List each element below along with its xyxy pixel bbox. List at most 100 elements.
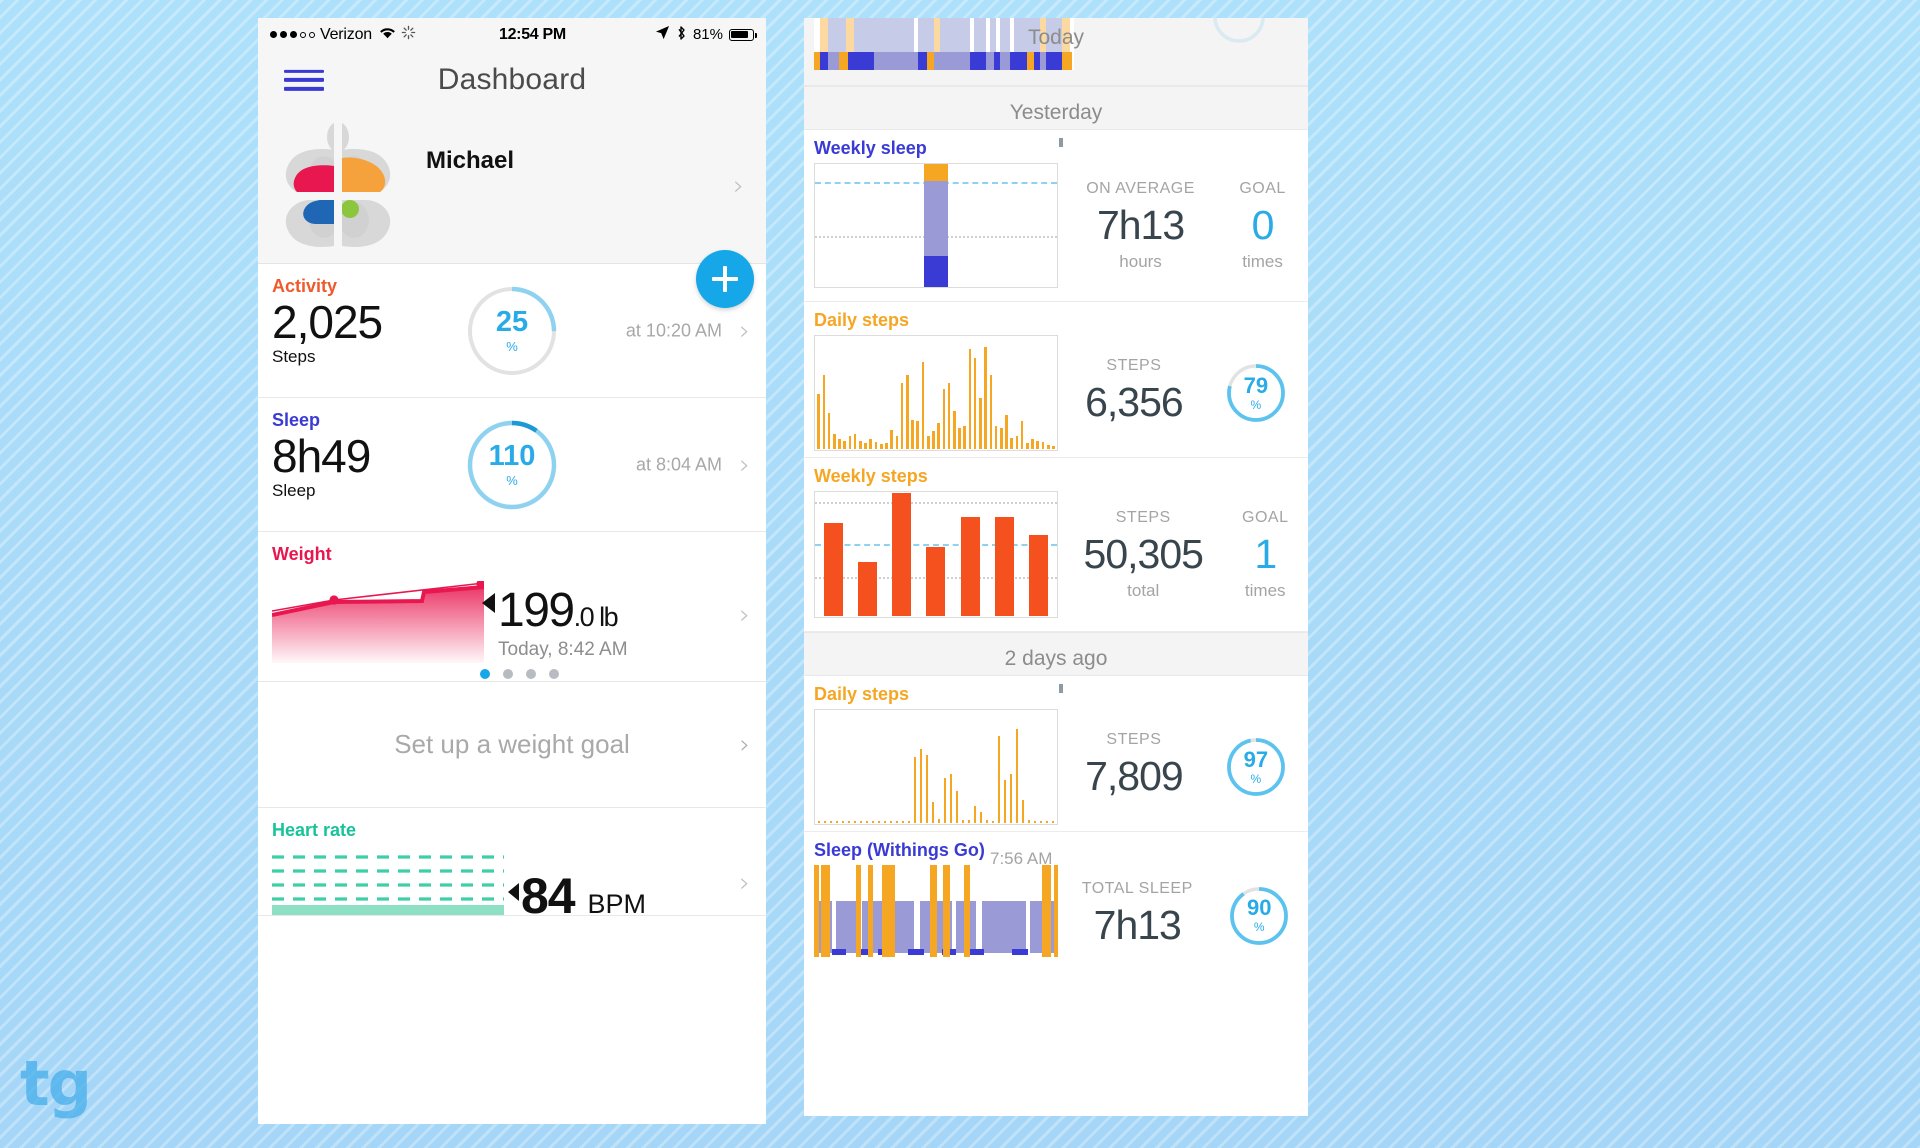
right-phone-screenshot: Today Yesterday Weekly sleep ON AVERAGE … (804, 18, 1308, 1116)
card-title-weekly-sleep: Weekly sleep (814, 138, 927, 158)
status-bar: Verizon 12:54 PM 81% (258, 18, 766, 51)
card-title-weekly-steps: Weekly steps (814, 466, 928, 486)
bar (817, 393, 820, 449)
stat-value: 7,809 (1085, 753, 1184, 799)
sleep-chevron-icon[interactable]: › (739, 451, 750, 478)
today-sleep-card-partial[interactable]: Today (804, 18, 1308, 86)
bar (942, 389, 946, 449)
bar (932, 430, 935, 449)
bar (919, 748, 923, 823)
bar (1010, 438, 1014, 449)
metric-title-heart-rate: Heart rate (272, 820, 357, 840)
weekly-sleep-chart (814, 163, 1058, 288)
page-dot-3[interactable] (525, 669, 536, 679)
status-bar-clock: 12:54 PM (498, 25, 566, 43)
bar (841, 820, 845, 823)
ring-percent-label: % (1250, 771, 1262, 786)
stat-footer: hours (1119, 251, 1162, 271)
bar (835, 820, 839, 823)
bar (921, 361, 925, 449)
left-phone-screenshot: Verizon 12:54 PM 81% Dashboard Michael ›… (258, 18, 766, 1124)
stat-steps-total: STEPS 50,305 total (1083, 508, 1204, 601)
weight-date: Today, 8:42 AM (498, 639, 628, 660)
metric-row-heart-rate[interactable]: Heart rate 84 BPM › (258, 808, 766, 921)
stat-footer: times (1242, 251, 1283, 271)
bar (931, 801, 935, 823)
signal-strength-icon (270, 31, 315, 38)
bar (829, 820, 833, 823)
bar (895, 436, 899, 449)
bar (949, 774, 953, 823)
profile-row[interactable]: Michael › (258, 109, 766, 264)
card-weekly-sleep[interactable]: Weekly sleep ON AVERAGE 7h13 hours GOAL … (804, 130, 1308, 302)
weight-goal-chevron-icon[interactable]: › (740, 732, 750, 758)
add-measure-fab-button[interactable] (696, 250, 754, 308)
ring-value: 79 (1243, 372, 1269, 398)
stat-total-sleep: TOTAL SLEEP 7h13 (1082, 880, 1193, 952)
page-dot-2[interactable] (502, 669, 513, 679)
wifi-icon (379, 26, 396, 44)
bar (879, 443, 883, 449)
card-sleep-withings-go[interactable]: Sleep (Withings Go) 7:56 AM TOTAL SLEEP … (804, 832, 1308, 964)
metric-row-weight[interactable]: Weight 199.0 lb Today, 8:42 AM › (258, 532, 766, 682)
metric-title-weight: Weight (272, 544, 332, 564)
bar (848, 436, 852, 449)
activity-goal-ring: 25 % (465, 284, 559, 378)
card-daily-steps-2-days-ago[interactable]: Daily steps STEPS 7,809 97 % (804, 676, 1308, 832)
bar (847, 820, 851, 823)
weight-trend-sparkline (271, 579, 486, 663)
bar (1031, 439, 1034, 449)
metric-time-activity: at 10:20 AM (625, 320, 722, 340)
page-dot-4[interactable] (548, 669, 559, 679)
stat-footer: total (1127, 580, 1160, 600)
bar (1015, 729, 1019, 823)
page-title: Dashboard (437, 63, 587, 96)
bar (853, 820, 857, 823)
stat-caption: GOAL (1242, 508, 1289, 526)
profile-chevron-icon[interactable]: › (733, 173, 744, 200)
bar (973, 805, 977, 823)
heart-rate-value: 84 BPM (521, 871, 646, 921)
hamburger-menu-icon[interactable] (284, 64, 324, 96)
bar (984, 346, 987, 449)
heart-rate-chevron-icon[interactable]: › (739, 870, 750, 897)
sleep-goal-ring: 110 % (465, 418, 559, 512)
bar (1029, 534, 1049, 616)
bar (827, 412, 831, 449)
bar (943, 778, 947, 823)
stat-caption: STEPS (1115, 508, 1171, 526)
stat-value: 50,305 (1083, 530, 1204, 577)
bar (926, 436, 930, 449)
profile-name: Michael (426, 147, 515, 174)
stat-caption: STEPS (1106, 731, 1162, 748)
ring-value: 97 (1243, 746, 1269, 772)
card-weekly-steps[interactable]: Weekly steps STEPS 50,305 total GOAL 1 t… (804, 458, 1308, 632)
stat-value: 6,356 (1085, 379, 1184, 425)
card-daily-steps-yesterday[interactable]: Daily steps STEPS 6,356 79 % (804, 302, 1308, 458)
carousel-page-dots[interactable] (272, 669, 766, 679)
metric-row-sleep[interactable]: Sleep 8h49 Sleep 110 % at 8:04 AM › (258, 398, 766, 532)
bar (913, 757, 917, 823)
day-separator-label: Yesterday (1009, 101, 1103, 124)
page-dot-1[interactable] (479, 669, 490, 679)
weight-goal-row[interactable]: Set up a weight goal › (258, 682, 766, 808)
weight-chevron-icon[interactable]: › (739, 602, 750, 629)
weight-goal-label: Set up a weight goal (394, 729, 630, 759)
stat-steps: STEPS 7,809 (1085, 731, 1184, 803)
bar (937, 423, 940, 449)
bar (892, 493, 912, 616)
metric-row-activity[interactable]: Activity 2,025 Steps 25 % at 10:20 AM › (258, 264, 766, 398)
bar (895, 820, 899, 823)
stat-goal: GOAL 0 times (1239, 180, 1285, 272)
day-separator-2-days-ago: 2 days ago (804, 632, 1308, 676)
bar (958, 427, 961, 449)
bar (926, 546, 946, 616)
weight-value-decimal: .0 lb (573, 602, 619, 632)
today-goal-ring-partial (1212, 18, 1266, 44)
bar (925, 754, 929, 823)
bar (911, 420, 914, 449)
activity-chevron-icon[interactable]: › (739, 317, 750, 344)
bar (890, 429, 893, 449)
bar (1015, 436, 1019, 449)
timeline-scroll-list[interactable]: Today Yesterday Weekly sleep ON AVERAGE … (804, 18, 1308, 1116)
